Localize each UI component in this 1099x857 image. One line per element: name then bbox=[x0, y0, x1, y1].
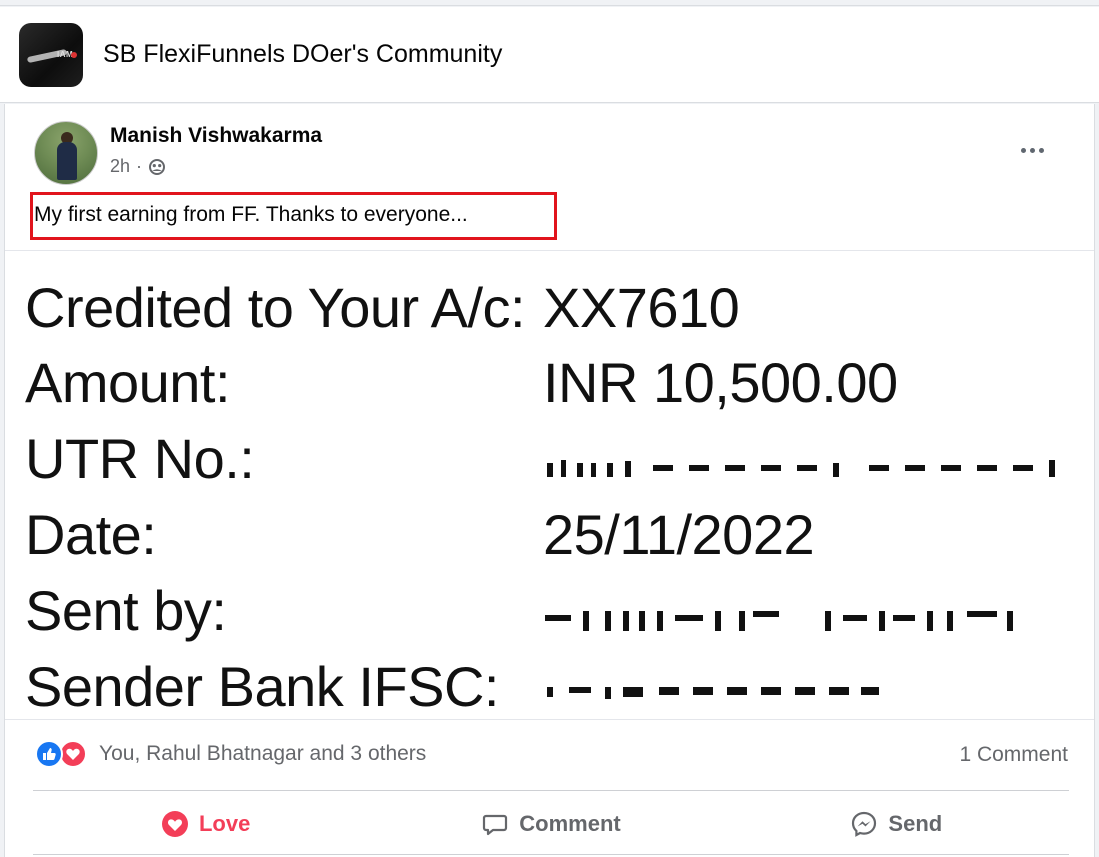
love-reaction-icon bbox=[59, 740, 87, 768]
redacted-sender bbox=[543, 609, 1023, 631]
row-label-utr: UTR No.: bbox=[25, 427, 255, 490]
author-avatar[interactable] bbox=[34, 121, 98, 185]
post-meta: 2h · bbox=[110, 156, 166, 177]
row-value-date: 25/11/2022 bbox=[543, 503, 815, 566]
reaction-names[interactable]: You, Rahul Bhatnagar and 3 others bbox=[99, 742, 426, 766]
reaction-summary[interactable]: You, Rahul Bhatnagar and 3 others bbox=[35, 740, 426, 768]
row-label-amount: Amount: bbox=[25, 351, 231, 414]
comment-button[interactable]: Comment bbox=[378, 794, 723, 854]
send-button[interactable]: Send bbox=[724, 794, 1069, 854]
row-label-credited: Credited to Your A/c: bbox=[25, 276, 526, 339]
row-label-sent-by: Sent by: bbox=[25, 579, 227, 642]
group-header: IAM SB FlexiFunnels DOer's Community bbox=[0, 7, 1099, 103]
redacted-strokes bbox=[547, 460, 1055, 477]
action-bar: Love Comment Send bbox=[33, 794, 1069, 854]
dot-icon bbox=[1020, 147, 1026, 153]
row-value-account: XX7610 bbox=[543, 276, 740, 339]
logo-dot bbox=[71, 52, 77, 58]
group-name[interactable]: SB FlexiFunnels DOer's Community bbox=[103, 40, 502, 69]
divider bbox=[33, 854, 1069, 855]
avatar-body bbox=[57, 142, 77, 180]
group-audience-icon bbox=[149, 158, 166, 175]
redacted-ifsc bbox=[543, 685, 883, 707]
row-label-date: Date: bbox=[25, 503, 157, 566]
row-label-ifsc: Sender Bank IFSC: bbox=[25, 655, 499, 718]
group-avatar[interactable]: IAM bbox=[19, 23, 83, 87]
redacted-utr bbox=[543, 457, 1063, 479]
divider bbox=[33, 790, 1069, 791]
comment-label: Comment bbox=[519, 811, 621, 836]
messenger-icon bbox=[852, 811, 877, 837]
redacted-strokes bbox=[545, 611, 1013, 631]
top-strip bbox=[0, 0, 1099, 6]
dot-icon bbox=[1038, 147, 1044, 153]
author-name[interactable]: Manish Vishwakarma bbox=[110, 124, 322, 148]
dot-icon bbox=[1029, 147, 1035, 153]
love-label: Love bbox=[198, 811, 251, 836]
post-text: My first earning from FF. Thanks to ever… bbox=[34, 203, 468, 226]
comment-icon bbox=[483, 814, 508, 836]
thumbs-up-icon bbox=[43, 748, 56, 760]
post-image[interactable]: Credited to Your A/c: XX7610 Amount: INR… bbox=[5, 250, 1094, 720]
comment-count[interactable]: 1 Comment bbox=[959, 743, 1068, 767]
more-options-button[interactable] bbox=[1012, 136, 1052, 164]
row-value-amount: INR 10,500.00 bbox=[543, 351, 898, 414]
post-time[interactable]: 2h bbox=[110, 156, 130, 177]
meta-separator: · bbox=[136, 156, 143, 176]
love-icon bbox=[161, 811, 188, 837]
like-reaction-icon bbox=[35, 740, 63, 768]
heart-icon bbox=[66, 748, 80, 760]
redacted-strokes bbox=[547, 687, 879, 699]
send-label: Send bbox=[888, 811, 943, 836]
love-button[interactable]: Love bbox=[33, 794, 378, 854]
post-card: Manish Vishwakarma 2h · My first earning… bbox=[4, 104, 1095, 857]
